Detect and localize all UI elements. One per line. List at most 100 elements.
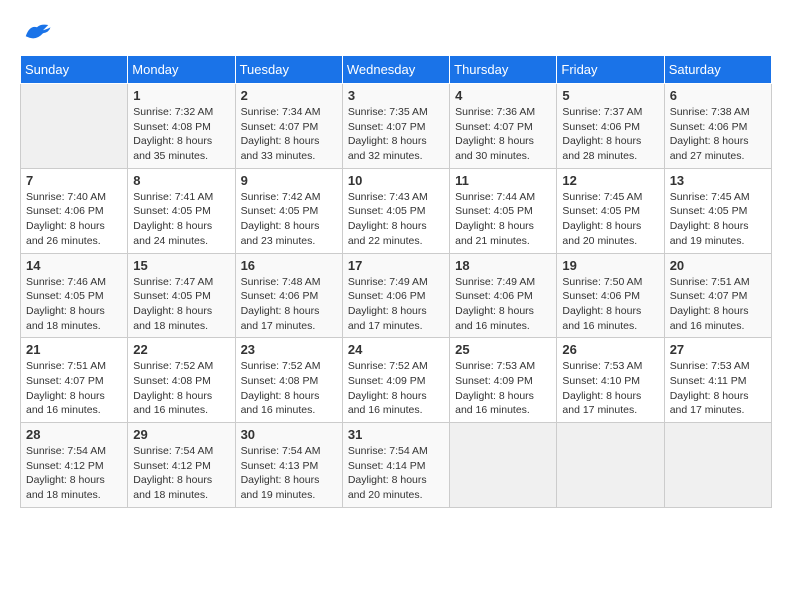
day-info: Sunrise: 7:53 AM Sunset: 4:09 PM Dayligh…	[455, 359, 551, 418]
calendar-cell: 4 Sunrise: 7:36 AM Sunset: 4:07 PM Daylig…	[450, 84, 557, 169]
day-number: 18	[455, 258, 551, 273]
logo-bird-icon	[22, 20, 52, 45]
day-number: 27	[670, 342, 766, 357]
calendar-cell: 30 Sunrise: 7:54 AM Sunset: 4:13 PM Dayli…	[235, 423, 342, 508]
day-number: 31	[348, 427, 444, 442]
day-number: 10	[348, 173, 444, 188]
calendar-cell: 11 Sunrise: 7:44 AM Sunset: 4:05 PM Dayli…	[450, 168, 557, 253]
day-info: Sunrise: 7:36 AM Sunset: 4:07 PM Dayligh…	[455, 105, 551, 164]
day-info: Sunrise: 7:45 AM Sunset: 4:05 PM Dayligh…	[562, 190, 658, 249]
day-info: Sunrise: 7:49 AM Sunset: 4:06 PM Dayligh…	[455, 275, 551, 334]
day-info: Sunrise: 7:47 AM Sunset: 4:05 PM Dayligh…	[133, 275, 229, 334]
day-info: Sunrise: 7:38 AM Sunset: 4:06 PM Dayligh…	[670, 105, 766, 164]
calendar-cell: 31 Sunrise: 7:54 AM Sunset: 4:14 PM Dayli…	[342, 423, 449, 508]
day-info: Sunrise: 7:48 AM Sunset: 4:06 PM Dayligh…	[241, 275, 337, 334]
day-number: 6	[670, 88, 766, 103]
calendar-cell: 3 Sunrise: 7:35 AM Sunset: 4:07 PM Daylig…	[342, 84, 449, 169]
day-number: 30	[241, 427, 337, 442]
page-header	[20, 20, 772, 45]
day-info: Sunrise: 7:53 AM Sunset: 4:11 PM Dayligh…	[670, 359, 766, 418]
day-info: Sunrise: 7:51 AM Sunset: 4:07 PM Dayligh…	[670, 275, 766, 334]
calendar-cell: 26 Sunrise: 7:53 AM Sunset: 4:10 PM Dayli…	[557, 338, 664, 423]
day-number: 5	[562, 88, 658, 103]
day-info: Sunrise: 7:54 AM Sunset: 4:13 PM Dayligh…	[241, 444, 337, 503]
weekday-header-tuesday: Tuesday	[235, 56, 342, 84]
weekday-header-monday: Monday	[128, 56, 235, 84]
logo	[20, 20, 52, 45]
day-info: Sunrise: 7:44 AM Sunset: 4:05 PM Dayligh…	[455, 190, 551, 249]
day-number: 12	[562, 173, 658, 188]
day-number: 7	[26, 173, 122, 188]
day-number: 23	[241, 342, 337, 357]
day-info: Sunrise: 7:52 AM Sunset: 4:08 PM Dayligh…	[133, 359, 229, 418]
calendar-cell: 20 Sunrise: 7:51 AM Sunset: 4:07 PM Dayli…	[664, 253, 771, 338]
calendar-table: SundayMondayTuesdayWednesdayThursdayFrid…	[20, 55, 772, 508]
calendar-cell: 28Sunrise: 7:54 AM Sunset: 4:12 PM Dayli…	[21, 423, 128, 508]
calendar-cell: 25 Sunrise: 7:53 AM Sunset: 4:09 PM Dayli…	[450, 338, 557, 423]
calendar-cell: 16 Sunrise: 7:48 AM Sunset: 4:06 PM Dayli…	[235, 253, 342, 338]
calendar-cell: 15 Sunrise: 7:47 AM Sunset: 4:05 PM Dayli…	[128, 253, 235, 338]
calendar-cell: 7 Sunrise: 7:40 AM Sunset: 4:06 PM Daylig…	[21, 168, 128, 253]
day-info: Sunrise: 7:50 AM Sunset: 4:06 PM Dayligh…	[562, 275, 658, 334]
day-number: 9	[241, 173, 337, 188]
day-info: Sunrise: 7:52 AM Sunset: 4:08 PM Dayligh…	[241, 359, 337, 418]
calendar-header: SundayMondayTuesdayWednesdayThursdayFrid…	[21, 56, 772, 84]
calendar-cell: 8Sunrise: 7:41 AM Sunset: 4:05 PM Daylig…	[128, 168, 235, 253]
calendar-cell: 2 Sunrise: 7:34 AM Sunset: 4:07 PM Daylig…	[235, 84, 342, 169]
day-info: Sunrise: 7:54 AM Sunset: 4:12 PM Dayligh…	[133, 444, 229, 503]
calendar-cell: 18 Sunrise: 7:49 AM Sunset: 4:06 PM Dayli…	[450, 253, 557, 338]
calendar-cell	[21, 84, 128, 169]
calendar-cell: 19 Sunrise: 7:50 AM Sunset: 4:06 PM Dayli…	[557, 253, 664, 338]
day-number: 20	[670, 258, 766, 273]
calendar-body: 1Sunrise: 7:32 AM Sunset: 4:08 PM Daylig…	[21, 84, 772, 508]
calendar-cell: 23 Sunrise: 7:52 AM Sunset: 4:08 PM Dayli…	[235, 338, 342, 423]
calendar-cell	[557, 423, 664, 508]
calendar-cell: 21Sunrise: 7:51 AM Sunset: 4:07 PM Dayli…	[21, 338, 128, 423]
calendar-cell: 22Sunrise: 7:52 AM Sunset: 4:08 PM Dayli…	[128, 338, 235, 423]
calendar-cell: 24Sunrise: 7:52 AM Sunset: 4:09 PM Dayli…	[342, 338, 449, 423]
calendar-cell: 10 Sunrise: 7:43 AM Sunset: 4:05 PM Dayli…	[342, 168, 449, 253]
calendar-week-row: 7 Sunrise: 7:40 AM Sunset: 4:06 PM Daylig…	[21, 168, 772, 253]
day-info: Sunrise: 7:32 AM Sunset: 4:08 PM Dayligh…	[133, 105, 229, 164]
day-info: Sunrise: 7:43 AM Sunset: 4:05 PM Dayligh…	[348, 190, 444, 249]
day-info: Sunrise: 7:49 AM Sunset: 4:06 PM Dayligh…	[348, 275, 444, 334]
day-info: Sunrise: 7:37 AM Sunset: 4:06 PM Dayligh…	[562, 105, 658, 164]
weekday-header-row: SundayMondayTuesdayWednesdayThursdayFrid…	[21, 56, 772, 84]
calendar-cell: 1Sunrise: 7:32 AM Sunset: 4:08 PM Daylig…	[128, 84, 235, 169]
calendar-cell	[450, 423, 557, 508]
calendar-cell: 12 Sunrise: 7:45 AM Sunset: 4:05 PM Dayli…	[557, 168, 664, 253]
day-number: 17	[348, 258, 444, 273]
day-number: 21	[26, 342, 122, 357]
weekday-header-saturday: Saturday	[664, 56, 771, 84]
day-number: 3	[348, 88, 444, 103]
calendar-week-row: 21Sunrise: 7:51 AM Sunset: 4:07 PM Dayli…	[21, 338, 772, 423]
day-number: 4	[455, 88, 551, 103]
day-info: Sunrise: 7:34 AM Sunset: 4:07 PM Dayligh…	[241, 105, 337, 164]
day-number: 11	[455, 173, 551, 188]
day-number: 15	[133, 258, 229, 273]
day-number: 25	[455, 342, 551, 357]
day-info: Sunrise: 7:42 AM Sunset: 4:05 PM Dayligh…	[241, 190, 337, 249]
calendar-cell	[664, 423, 771, 508]
calendar-week-row: 1Sunrise: 7:32 AM Sunset: 4:08 PM Daylig…	[21, 84, 772, 169]
day-number: 28	[26, 427, 122, 442]
calendar-cell: 9 Sunrise: 7:42 AM Sunset: 4:05 PM Daylig…	[235, 168, 342, 253]
day-number: 26	[562, 342, 658, 357]
day-number: 24	[348, 342, 444, 357]
calendar-cell: 29Sunrise: 7:54 AM Sunset: 4:12 PM Dayli…	[128, 423, 235, 508]
calendar-cell: 17 Sunrise: 7:49 AM Sunset: 4:06 PM Dayli…	[342, 253, 449, 338]
calendar-cell: 5 Sunrise: 7:37 AM Sunset: 4:06 PM Daylig…	[557, 84, 664, 169]
calendar-cell: 14Sunrise: 7:46 AM Sunset: 4:05 PM Dayli…	[21, 253, 128, 338]
day-info: Sunrise: 7:41 AM Sunset: 4:05 PM Dayligh…	[133, 190, 229, 249]
weekday-header-thursday: Thursday	[450, 56, 557, 84]
day-number: 2	[241, 88, 337, 103]
day-info: Sunrise: 7:53 AM Sunset: 4:10 PM Dayligh…	[562, 359, 658, 418]
day-number: 16	[241, 258, 337, 273]
day-info: Sunrise: 7:40 AM Sunset: 4:06 PM Dayligh…	[26, 190, 122, 249]
calendar-week-row: 28 Sunrise: 7:54 AM Sunset: 4:12 PM Dayli…	[21, 423, 772, 508]
weekday-header-wednesday: Wednesday	[342, 56, 449, 84]
day-info: Sunrise: 7:54 AM Sunset: 4:14 PM Dayligh…	[348, 444, 444, 503]
day-info: Sunrise: 7:35 AM Sunset: 4:07 PM Dayligh…	[348, 105, 444, 164]
weekday-header-sunday: Sunday	[21, 56, 128, 84]
day-number: 19	[562, 258, 658, 273]
